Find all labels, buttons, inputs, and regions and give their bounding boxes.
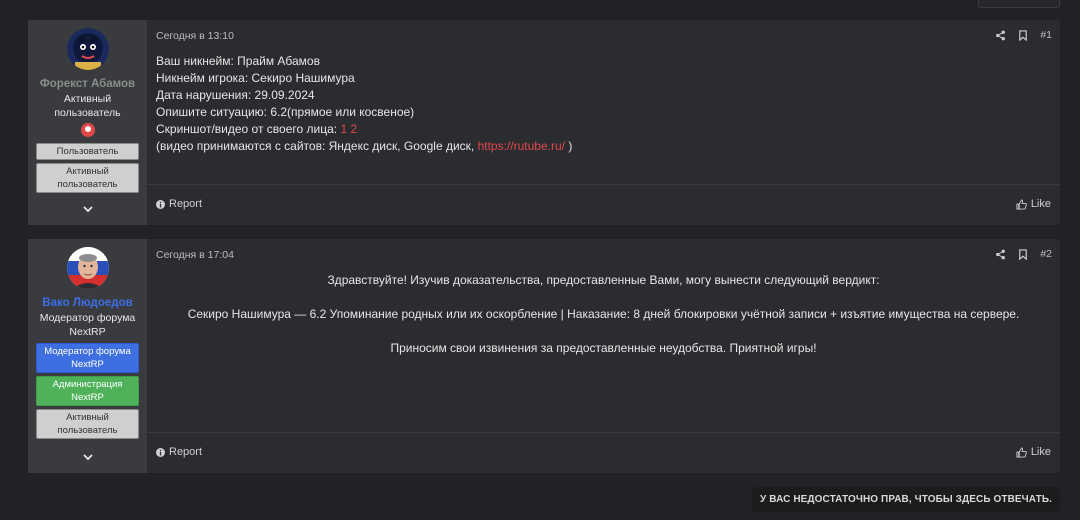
user-title: Активный пользователь <box>54 93 121 119</box>
post-footer: Report Like <box>147 184 1060 225</box>
no-permission-notice: У ВАС НЕДОСТАТОЧНО ПРАВ, ЧТОБЫ ЗДЕСЬ ОТВ… <box>752 487 1060 512</box>
thumbs-up-icon <box>1016 446 1027 458</box>
post-footer: Report Like <box>147 432 1060 473</box>
report-label: Report <box>169 446 203 458</box>
post-actions: #1 <box>995 29 1052 41</box>
user-banner-active: Активный пользователь <box>36 409 139 439</box>
user-title: Модератор форума NextRP <box>39 312 136 338</box>
post-date[interactable]: Сегодня в 13:10 <box>156 30 234 42</box>
report-button[interactable]: Report <box>156 446 202 458</box>
post-line: Секиро Нашимура — 6.2 Упоминание родных … <box>187 307 1020 321</box>
username[interactable]: Форекст Абамов <box>40 78 135 90</box>
like-label: Like <box>1030 446 1051 458</box>
post-author-panel: Вако Людоедов Модератор форума NextRP Мо… <box>28 239 147 473</box>
forum-post-1: Форекст Абамов Активный пользователь Пол… <box>28 20 1060 225</box>
post-date[interactable]: Сегодня в 17:04 <box>156 249 234 261</box>
post-line: Здравствуйте! Изучив доказательства, пре… <box>327 273 880 287</box>
evidence-link-2[interactable]: 2 <box>350 122 357 136</box>
post-actions: #2 <box>995 248 1052 260</box>
thumbs-up-icon <box>1016 198 1027 210</box>
post-line: (видео принимаются с сайтов: Яндекс диск… <box>156 138 572 155</box>
user-banner-active: Активный пользователь <box>36 163 139 193</box>
avatar[interactable] <box>66 247 109 289</box>
like-label: Like <box>1030 198 1051 210</box>
username[interactable]: Вако Людоедов <box>42 297 132 309</box>
info-icon <box>156 447 165 457</box>
chevron-down-icon[interactable] <box>82 451 94 463</box>
video-sites-text: (видео принимаются с сайтов: Яндекс диск… <box>156 139 475 153</box>
bookmark-icon[interactable] <box>1018 29 1028 41</box>
user-banner-administration: Администрация NextRP <box>36 376 139 406</box>
forum-post-2: Вако Людоедов Модератор форума NextRP Мо… <box>28 239 1060 473</box>
role-badge-icon <box>80 123 95 137</box>
report-button[interactable]: Report <box>156 198 202 210</box>
evidence-link-1[interactable]: 1 <box>340 122 347 136</box>
share-icon[interactable] <box>995 30 1006 41</box>
like-button[interactable]: Like <box>1016 198 1051 210</box>
post-number[interactable]: #2 <box>1040 248 1052 260</box>
post-line: Никнейм игрока: Секиро Нашимура <box>156 71 355 85</box>
user-banner-user: Пользователь <box>36 143 139 160</box>
share-icon[interactable] <box>995 249 1006 260</box>
rutube-link[interactable]: https://rutube.ru/ <box>478 139 565 153</box>
post-line: Ваш никнейм: Прайм Абамов <box>156 54 320 68</box>
top-action-button[interactable] <box>978 0 1060 8</box>
closing-paren: ) <box>568 139 573 153</box>
post-number[interactable]: #1 <box>1040 29 1052 41</box>
bookmark-icon[interactable] <box>1018 248 1028 260</box>
info-icon <box>156 199 165 209</box>
post-line: Дата нарушения: 29.09.2024 <box>156 88 315 102</box>
post-body: Ваш никнейм: Прайм Абамов Никнейм игрока… <box>156 53 572 155</box>
post-content: Сегодня в 13:10 #1 Ваш никнейм: Прайм Аб… <box>147 20 1060 225</box>
like-button[interactable]: Like <box>1016 446 1051 458</box>
report-label: Report <box>169 198 203 210</box>
post-line: Приносим свои извинения за предоставленн… <box>390 341 817 355</box>
user-banner-moderator: Модератор форума NextRP <box>36 343 139 373</box>
post-author-panel: Форекст Абамов Активный пользователь Пол… <box>28 20 147 225</box>
chevron-down-icon[interactable] <box>82 203 94 215</box>
post-line: Скриншот/видео от своего лица: 1 2 <box>156 121 572 138</box>
screenshot-label: Скриншот/видео от своего лица: <box>156 122 338 136</box>
post-body: Здравствуйте! Изучив доказательства, пре… <box>147 272 1060 374</box>
post-content: Сегодня в 17:04 #2 Здравствуйте! Изучив … <box>147 239 1060 473</box>
post-line: Опишите ситуацию: 6.2(прямое или косвено… <box>156 105 415 119</box>
avatar[interactable] <box>66 28 109 70</box>
